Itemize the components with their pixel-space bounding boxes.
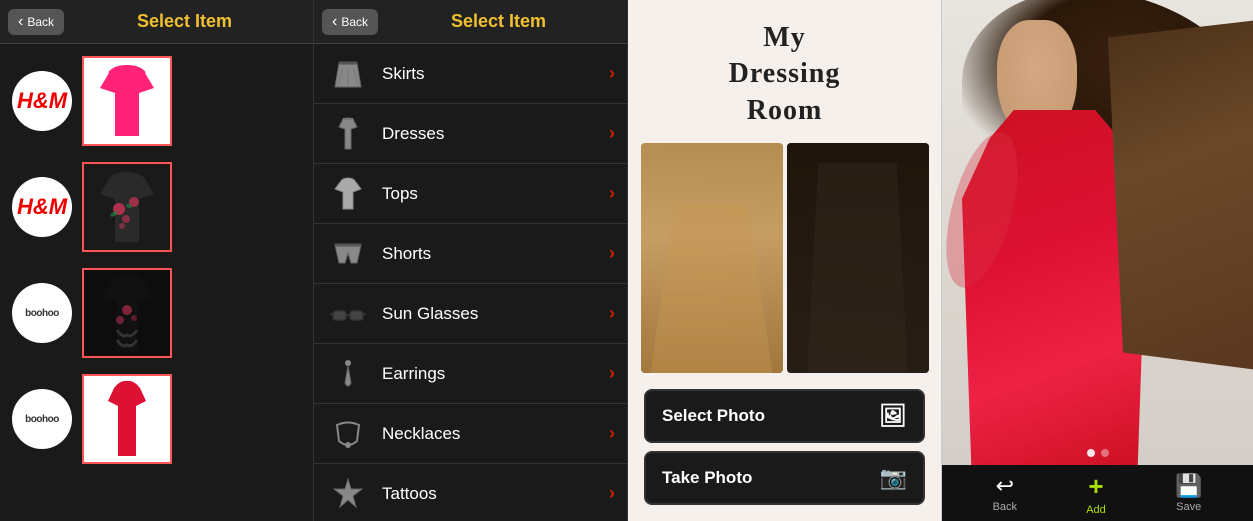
select-photo-label: Select Photo xyxy=(662,406,765,426)
dressing-room-title: My Dressing Room xyxy=(628,0,941,139)
mannequin-left xyxy=(641,143,783,373)
page-dots xyxy=(1087,449,1109,457)
mannequin-right xyxy=(787,143,929,373)
necklaces-chevron: › xyxy=(609,423,615,444)
category-item-dresses[interactable]: Dresses › xyxy=(314,104,627,164)
panel-category-menu: Back Select Item Skirts › xyxy=(314,0,628,521)
dresses-chevron: › xyxy=(609,123,615,144)
add-plus-icon: + xyxy=(1088,471,1103,502)
shorts-chevron: › xyxy=(609,243,615,264)
sunglasses-chevron: › xyxy=(609,303,615,324)
category-list: Skirts › Dresses › Tops › xyxy=(314,44,627,521)
dressing-room-photos xyxy=(628,139,941,377)
panel1-title: Select Item xyxy=(64,11,305,32)
panel-store-items: Back Select Item H&M H&M xyxy=(0,0,314,521)
toolbar-save-label: Save xyxy=(1176,501,1201,513)
toolbar-back-label: Back xyxy=(993,501,1017,513)
list-item[interactable]: boohoo xyxy=(8,370,305,468)
tattoos-label: Tattoos xyxy=(382,484,609,504)
panel1-back-label: Back xyxy=(27,15,54,29)
back-arrow-icon: ↩ xyxy=(996,473,1014,499)
tattoos-chevron: › xyxy=(609,483,615,504)
tattoos-icon xyxy=(326,472,370,516)
photo-toolbar: ↩ Back + Add 💾 Save xyxy=(942,465,1253,521)
tops-chevron: › xyxy=(609,183,615,204)
save-disk-icon: 💾 xyxy=(1175,473,1202,499)
skirts-icon xyxy=(326,52,370,96)
list-item[interactable]: H&M xyxy=(8,52,305,150)
category-item-earrings[interactable]: Earrings › xyxy=(314,344,627,404)
panel2-back-button[interactable]: Back xyxy=(322,9,378,35)
panel2-header: Back Select Item xyxy=(314,0,627,44)
list-item[interactable]: H&M xyxy=(8,158,305,256)
black-floral-top-icon xyxy=(84,270,170,356)
store-items-list: H&M H&M xyxy=(0,44,313,521)
earrings-label: Earrings xyxy=(382,364,609,384)
take-photo-button[interactable]: Take Photo 📷 xyxy=(644,451,925,505)
panel1-back-button[interactable]: Back xyxy=(8,9,64,35)
shorts-icon xyxy=(326,232,370,276)
item-thumbnail xyxy=(82,374,172,464)
panel-dressing-room: My Dressing Room Select Photo 🖼 Take Pho… xyxy=(628,0,942,521)
item-thumbnail xyxy=(82,268,172,358)
item-thumbnail xyxy=(82,56,172,146)
brand-logo-boohoo1: boohoo xyxy=(12,283,72,343)
necklaces-icon xyxy=(326,412,370,456)
floral-top-icon xyxy=(84,164,170,250)
list-item[interactable]: boohoo xyxy=(8,264,305,362)
sunglasses-icon xyxy=(326,292,370,336)
red-top-icon xyxy=(84,376,170,462)
category-item-tops[interactable]: Tops › xyxy=(314,164,627,224)
item-thumbnail xyxy=(82,162,172,252)
panel2-back-label: Back xyxy=(341,15,368,29)
pink-top-icon xyxy=(84,58,170,144)
dresses-icon xyxy=(326,112,370,156)
brand-logo-hm2: H&M xyxy=(12,177,72,237)
toolbar-save-button[interactable]: 💾 Save xyxy=(1175,473,1202,513)
brand-logo-hm: H&M xyxy=(12,71,72,131)
select-photo-icon: 🖼 xyxy=(879,403,907,429)
dot-active xyxy=(1087,449,1095,457)
toolbar-add-label: Add xyxy=(1086,504,1106,516)
skirts-chevron: › xyxy=(609,63,615,84)
select-photo-button[interactable]: Select Photo 🖼 xyxy=(644,389,925,443)
necklaces-label: Necklaces xyxy=(382,424,609,444)
dresses-label: Dresses xyxy=(382,124,609,144)
skirts-label: Skirts xyxy=(382,64,609,84)
earrings-chevron: › xyxy=(609,363,615,384)
toolbar-add-button[interactable]: + Add xyxy=(1086,471,1106,516)
category-item-shorts[interactable]: Shorts › xyxy=(314,224,627,284)
tops-icon xyxy=(326,172,370,216)
dot-inactive xyxy=(1101,449,1109,457)
category-item-sunglasses[interactable]: Sun Glasses › xyxy=(314,284,627,344)
dressing-room-actions: Select Photo 🖼 Take Photo 📷 xyxy=(628,377,941,517)
shorts-label: Shorts xyxy=(382,244,609,264)
take-photo-icon: 📷 xyxy=(880,465,907,491)
earrings-icon xyxy=(326,352,370,396)
panel-photo-result: ↩ Back + Add 💾 Save xyxy=(942,0,1253,521)
brand-logo-boohoo2: boohoo xyxy=(12,389,72,449)
brown-jacket xyxy=(1108,20,1253,370)
photo-canvas xyxy=(942,0,1253,465)
take-photo-label: Take Photo xyxy=(662,468,752,488)
tops-label: Tops xyxy=(382,184,609,204)
sunglasses-label: Sun Glasses xyxy=(382,304,609,324)
panel1-header: Back Select Item xyxy=(0,0,313,44)
category-item-skirts[interactable]: Skirts › xyxy=(314,44,627,104)
category-item-tattoos[interactable]: Tattoos › xyxy=(314,464,627,521)
panel2-title: Select Item xyxy=(378,11,619,32)
category-item-necklaces[interactable]: Necklaces › xyxy=(314,404,627,464)
toolbar-back-button[interactable]: ↩ Back xyxy=(993,473,1017,513)
